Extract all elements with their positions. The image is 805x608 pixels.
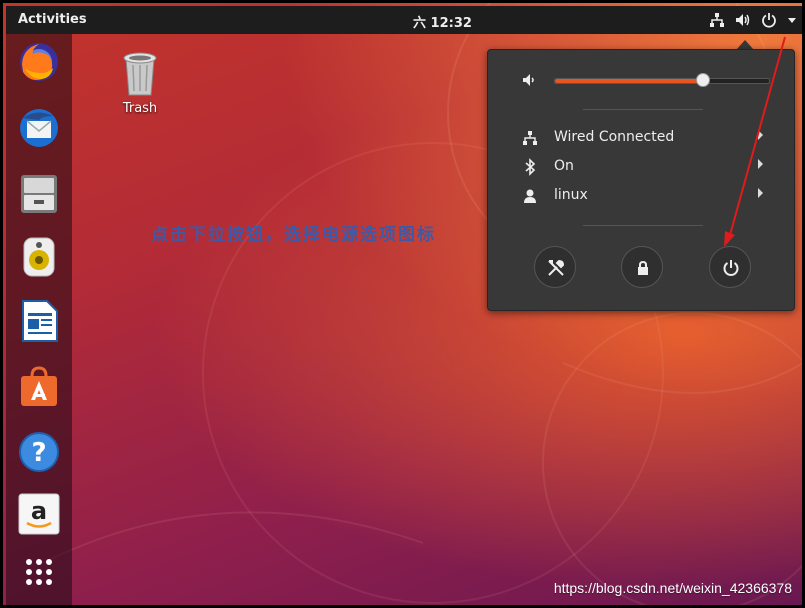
dock-app-thunderbird[interactable] (17, 106, 61, 150)
separator (583, 109, 703, 110)
app-grid-icon (26, 559, 52, 585)
software-icon (21, 366, 57, 406)
menu-item-user[interactable]: linux (488, 184, 794, 208)
separator (583, 225, 703, 226)
power-off-button[interactable] (709, 246, 751, 288)
settings-icon (548, 259, 565, 276)
power-off-icon (723, 260, 739, 276)
volume-row[interactable] (488, 68, 794, 92)
power-icon[interactable] (761, 12, 777, 28)
submenu-arrow-icon (758, 188, 763, 198)
writer-icon (22, 300, 58, 342)
menu-item-label: Wired Connected (554, 129, 675, 145)
trash-label: Trash (122, 101, 158, 116)
system-tray[interactable] (709, 10, 797, 30)
lock-button[interactable] (621, 246, 663, 288)
dock-app-writer[interactable] (17, 299, 61, 343)
menu-item-label: On (554, 158, 574, 174)
desktop: Activities 六 12:32 ? a Trash 点击下拉按钮，选择电源… (0, 0, 805, 608)
rhythmbox-icon (23, 237, 55, 277)
dock-app-help[interactable]: ? (17, 430, 61, 474)
menu-item-bluetooth[interactable]: On (488, 155, 794, 179)
top-bar: Activities 六 12:32 (6, 6, 802, 34)
network-icon[interactable] (709, 12, 725, 28)
menu-item-wired[interactable]: Wired Connected (488, 126, 794, 150)
volume-slider[interactable] (554, 73, 770, 87)
dock-app-rhythmbox[interactable] (17, 235, 61, 279)
lock-icon (638, 260, 648, 275)
firefox-icon (20, 43, 58, 81)
wired-network-icon (523, 131, 537, 145)
dock-app-firefox[interactable] (17, 40, 61, 84)
thunderbird-icon (20, 109, 58, 147)
amazon-icon: a (18, 493, 60, 535)
bluetooth-icon (525, 158, 536, 176)
dock-show-applications[interactable] (17, 550, 61, 594)
dock-app-files[interactable] (17, 172, 61, 216)
dropdown-arrow-icon[interactable] (787, 15, 797, 25)
help-icon: ? (19, 432, 59, 472)
menu-item-label: linux (554, 187, 588, 203)
submenu-arrow-icon (758, 159, 763, 169)
volume-slider-handle[interactable] (695, 73, 710, 87)
activities-button[interactable]: Activities (18, 12, 87, 27)
settings-button[interactable] (534, 246, 576, 288)
svg-text:?: ? (31, 438, 46, 468)
dock-app-software[interactable] (17, 364, 61, 408)
dock: ? a (6, 34, 72, 605)
clock[interactable]: 六 12:32 (413, 12, 472, 31)
submenu-arrow-icon (758, 130, 763, 140)
volume-icon[interactable] (735, 12, 751, 28)
trash-icon (123, 52, 157, 96)
volume-slider-fill (555, 79, 703, 83)
svg-text:a: a (31, 497, 47, 525)
dock-app-amazon[interactable]: a (17, 492, 61, 536)
trash-desktop-icon[interactable]: Trash (111, 49, 169, 116)
watermark: https://blog.csdn.net/weixin_42366378 (553, 580, 792, 596)
annotation-text: 点击下拉按钮，选择电源选项图标 (151, 225, 436, 245)
files-icon (21, 175, 57, 213)
user-icon (524, 189, 536, 203)
volume-low-icon (523, 74, 534, 86)
system-menu: Wired Connected On linux (487, 49, 795, 311)
